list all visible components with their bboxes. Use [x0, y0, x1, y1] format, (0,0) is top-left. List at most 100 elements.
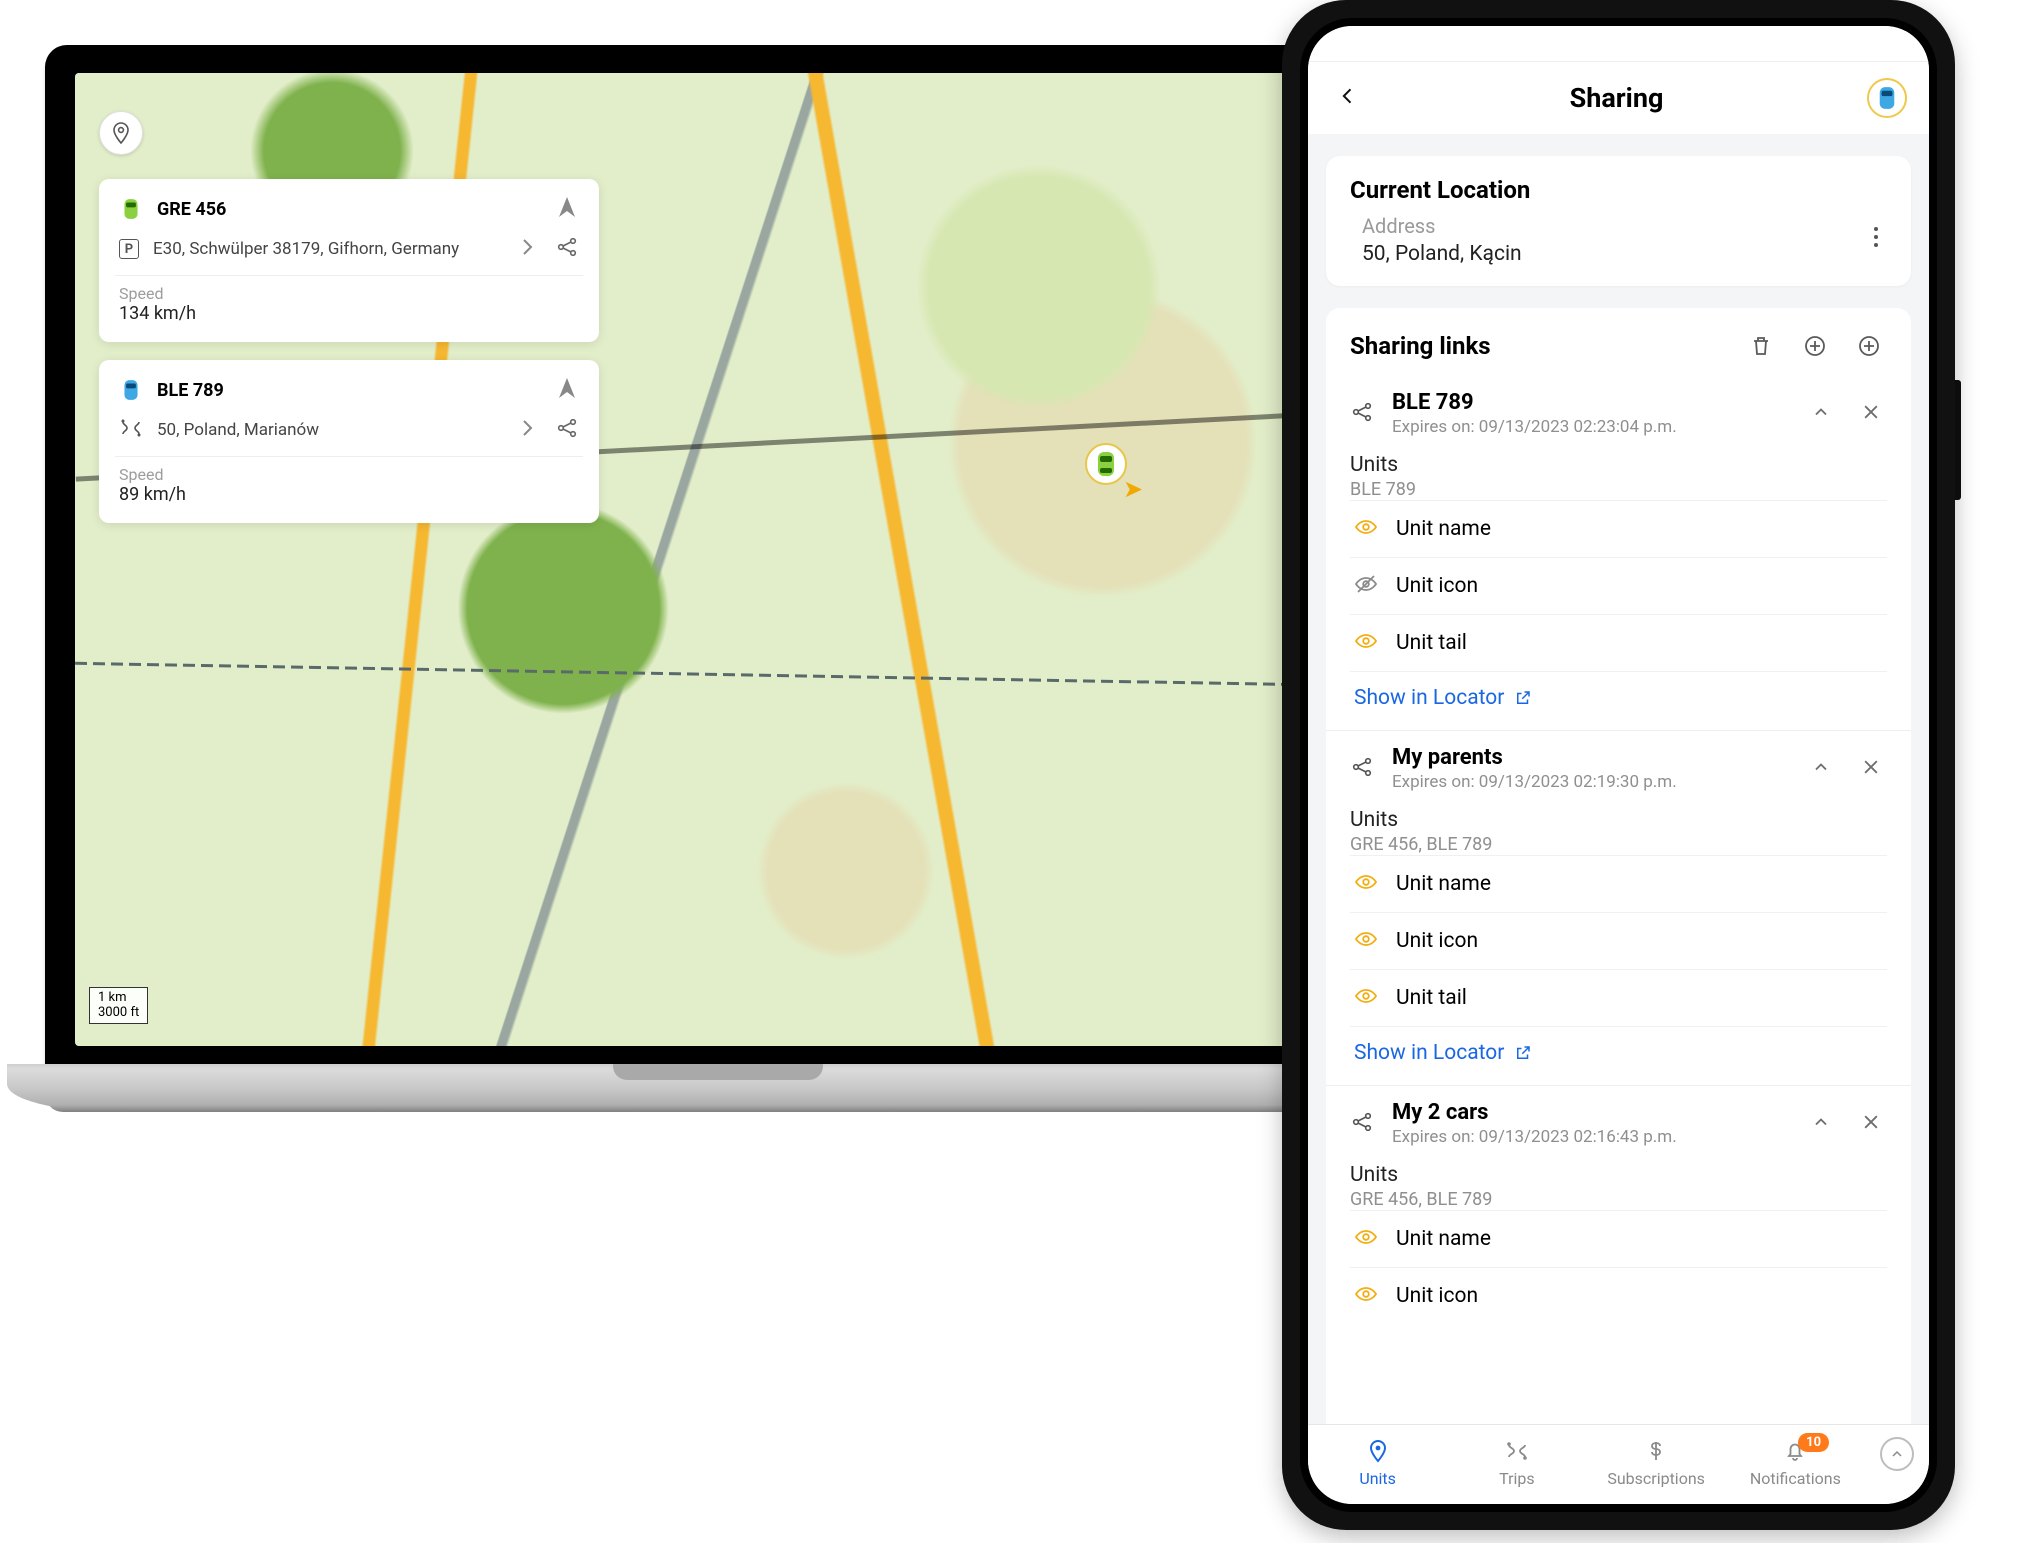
- back-button[interactable]: [1330, 79, 1366, 117]
- share-option-row[interactable]: Unit icon: [1350, 1267, 1887, 1324]
- nav-label: Notifications: [1750, 1469, 1841, 1488]
- share-option-row[interactable]: Unit tail: [1350, 614, 1887, 671]
- phone-device: Sharing Current Location Address 50, Pol…: [1282, 0, 1955, 1530]
- unit-cards: GRE 456 P E30, Schwülper 38179, Gifhorn,…: [99, 179, 599, 541]
- map-view[interactable]: ➤ GRE 456 P E30, Schwülpe: [75, 73, 1360, 1046]
- share-option-row[interactable]: Unit name: [1350, 1210, 1887, 1267]
- dollar-icon: [1644, 1437, 1668, 1465]
- link-expires: Expires on: 09/13/2023 02:23:04 p.m.: [1392, 417, 1787, 437]
- bottom-nav: Units Trips Subscriptions 10 Notificatio…: [1308, 1424, 1929, 1504]
- eye-off-icon: [1354, 572, 1378, 600]
- unit-name: GRE 456: [157, 199, 541, 220]
- nav-label: Units: [1359, 1469, 1396, 1488]
- phone-screen: Sharing Current Location Address 50, Pol…: [1308, 26, 1929, 1504]
- share-icon: [1350, 755, 1374, 783]
- notification-badge: 10: [1798, 1433, 1829, 1452]
- navigate-icon[interactable]: [555, 195, 579, 223]
- map-vehicle-marker[interactable]: [1085, 443, 1127, 485]
- link-expires: Expires on: 09/13/2023 02:19:30 p.m.: [1392, 772, 1787, 792]
- option-label: Unit name: [1396, 517, 1491, 541]
- car-green-icon: [1095, 450, 1117, 478]
- option-label: Unit name: [1396, 872, 1491, 896]
- option-label: Unit icon: [1396, 929, 1478, 953]
- units-label: Units: [1350, 453, 1887, 477]
- option-label: Unit name: [1396, 1227, 1491, 1251]
- chevron-right-icon[interactable]: [515, 235, 539, 263]
- car-blue-icon: [119, 378, 143, 402]
- car-blue-icon: [1877, 85, 1897, 111]
- more-menu-button[interactable]: [1865, 218, 1887, 262]
- unit-name: BLE 789: [157, 380, 541, 401]
- speed-label: Speed: [119, 465, 579, 484]
- collapse-button[interactable]: [1805, 1106, 1837, 1142]
- unit-card[interactable]: GRE 456 P E30, Schwülper 38179, Gifhorn,…: [99, 179, 599, 342]
- heading-arrow-icon: ➤: [1123, 475, 1143, 503]
- map-location-button[interactable]: [99, 111, 143, 155]
- unit-address: 50, Poland, Marianów: [157, 419, 501, 442]
- option-label: Unit icon: [1396, 574, 1478, 598]
- sharing-link-item: My parentsExpires on: 09/13/2023 02:19:3…: [1326, 731, 1911, 1086]
- unit-card[interactable]: BLE 789 50, Poland, Marianów: [99, 360, 599, 523]
- eye-icon: [1354, 927, 1378, 955]
- pin-icon: [1366, 1437, 1390, 1465]
- sharing-links-title: Sharing links: [1350, 332, 1725, 360]
- chevron-up-icon: [1880, 1437, 1914, 1471]
- nav-more[interactable]: [1865, 1437, 1929, 1471]
- app-header: Sharing: [1308, 62, 1929, 134]
- nav-trips[interactable]: Trips: [1447, 1437, 1586, 1488]
- add-circle-button[interactable]: [1797, 328, 1833, 364]
- share-icon: [1350, 1110, 1374, 1138]
- show-in-locator-link[interactable]: Show in Locator: [1350, 1026, 1887, 1079]
- eye-icon: [1354, 1282, 1378, 1310]
- sharing-links-panel: Sharing links BLE 789Expires on: 09/13/2…: [1326, 308, 1911, 1424]
- laptop-frame: ➤ GRE 456 P E30, Schwülpe: [45, 45, 1390, 1064]
- units-list: GRE 456, BLE 789: [1350, 1189, 1887, 1210]
- eye-icon: [1354, 629, 1378, 657]
- share-option-row[interactable]: Unit icon: [1350, 912, 1887, 969]
- scale-km: 1 km: [98, 990, 139, 1006]
- navigate-icon[interactable]: [555, 376, 579, 404]
- nav-units[interactable]: Units: [1308, 1437, 1447, 1488]
- laptop-base: [45, 1064, 1390, 1112]
- route-icon: [119, 416, 143, 444]
- units-label: Units: [1350, 1163, 1887, 1187]
- current-location-title: Current Location: [1350, 176, 1887, 204]
- status-bar: [1308, 26, 1929, 62]
- share-option-row[interactable]: Unit name: [1350, 500, 1887, 557]
- share-icon: [1350, 400, 1374, 428]
- laptop-device: ➤ GRE 456 P E30, Schwülpe: [45, 45, 1390, 1112]
- location-pin-icon: [109, 121, 133, 145]
- share-option-row[interactable]: Unit tail: [1350, 969, 1887, 1026]
- map-scale: 1 km 3000 ft: [89, 987, 148, 1024]
- share-icon[interactable]: [555, 235, 579, 263]
- remove-link-button[interactable]: [1855, 1106, 1887, 1142]
- collapse-button[interactable]: [1805, 751, 1837, 787]
- sharing-link-item: My 2 carsExpires on: 09/13/2023 02:16:43…: [1326, 1086, 1911, 1324]
- link-name: My parents: [1392, 745, 1787, 770]
- avatar[interactable]: [1867, 78, 1907, 118]
- nav-notifications[interactable]: 10 Notifications: [1726, 1437, 1865, 1488]
- share-option-row[interactable]: Unit icon: [1350, 557, 1887, 614]
- chevron-right-icon[interactable]: [515, 416, 539, 444]
- link-name: My 2 cars: [1392, 1100, 1787, 1125]
- phone-side-button: [1955, 380, 1961, 500]
- option-label: Unit icon: [1396, 1284, 1478, 1308]
- show-in-locator-link[interactable]: Show in Locator: [1350, 671, 1887, 724]
- nav-label: Subscriptions: [1607, 1469, 1705, 1488]
- share-option-row[interactable]: Unit name: [1350, 855, 1887, 912]
- nav-label: Trips: [1499, 1469, 1535, 1488]
- eye-icon: [1354, 515, 1378, 543]
- route-icon: [1505, 1437, 1529, 1465]
- nav-subscriptions[interactable]: Subscriptions: [1587, 1437, 1726, 1488]
- option-label: Unit tail: [1396, 986, 1467, 1010]
- remove-link-button[interactable]: [1855, 396, 1887, 432]
- units-list: GRE 456, BLE 789: [1350, 834, 1887, 855]
- unit-address: E30, Schwülper 38179, Gifhorn, Germany: [153, 238, 501, 261]
- page-title: Sharing: [1366, 82, 1867, 114]
- add-button[interactable]: [1851, 328, 1887, 364]
- remove-link-button[interactable]: [1855, 751, 1887, 787]
- collapse-button[interactable]: [1805, 396, 1837, 432]
- scale-ft: 3000 ft: [98, 1005, 139, 1021]
- share-icon[interactable]: [555, 416, 579, 444]
- delete-button[interactable]: [1743, 328, 1779, 364]
